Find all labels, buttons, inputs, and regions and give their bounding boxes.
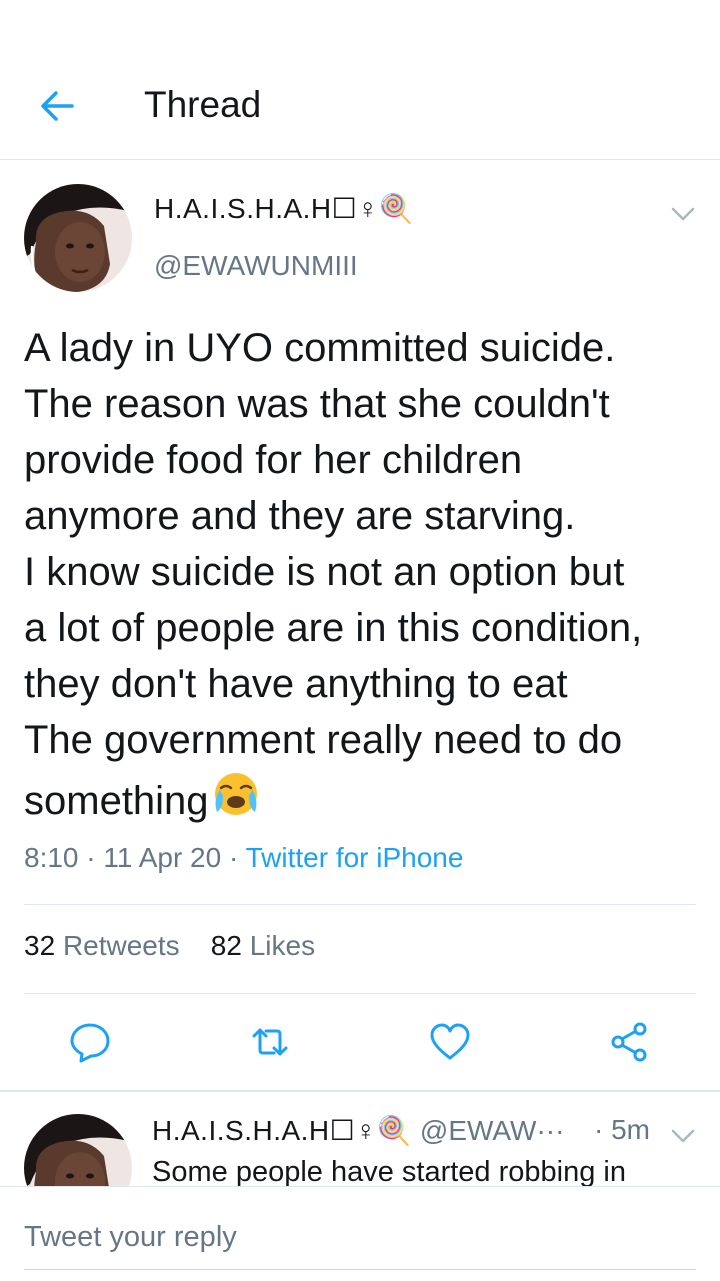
tweet-actions	[0, 1010, 720, 1074]
tweet-text-last-line: something	[24, 768, 704, 829]
tweet-text-line: The reason was that she couldn't	[24, 382, 610, 426]
section-divider	[0, 1090, 720, 1092]
tweet-source-link[interactable]: Twitter for iPhone	[246, 842, 464, 873]
tweet-text-line: A lady in UYO committed suicide.	[24, 326, 616, 370]
top-bar: Thread	[0, 0, 720, 160]
retweets-stat[interactable]: 32 Retweets	[24, 930, 180, 961]
reply-header: H.A.I.S.H.A.H☐♀🍭 @EWAW··· · 5m	[152, 1114, 692, 1154]
tweet-time: 8:10	[24, 842, 79, 873]
like-icon[interactable]	[428, 1020, 472, 1064]
tweet-text-line: The government really need to do	[24, 718, 623, 762]
tweet-text-line: something	[24, 779, 209, 823]
reply-text[interactable]: Some people have started robbing in	[152, 1156, 626, 1186]
avatar[interactable]	[24, 184, 132, 292]
reply-icon[interactable]	[68, 1020, 112, 1064]
tweet-text-line: anymore and they are starving.	[24, 494, 576, 538]
retweet-icon[interactable]	[248, 1020, 292, 1064]
reply-input[interactable]	[24, 1217, 696, 1257]
likes-stat[interactable]: 82 Likes	[211, 930, 315, 961]
chevron-down-icon[interactable]	[670, 204, 696, 224]
chevron-down-icon[interactable]	[670, 1126, 696, 1146]
author-display-name[interactable]: H.A.I.S.H.A.H☐♀🍭	[154, 192, 414, 225]
tweet-text-line: they don't have anything to eat	[24, 662, 568, 706]
reply-display-name[interactable]: H.A.I.S.H.A.H☐♀🍭	[152, 1115, 412, 1146]
tweet-text-line: a lot of people are in this condition,	[24, 606, 643, 650]
reply-timestamp: · 5m	[594, 1114, 651, 1145]
meta-separator: ·	[228, 842, 239, 873]
tweet-stats: 32 Retweets 82 Likes	[24, 930, 315, 962]
divider	[24, 993, 696, 994]
likes-count: 82	[210, 930, 242, 961]
crying-face-emoji	[214, 773, 257, 815]
divider	[24, 904, 696, 905]
tweet-text-line: I know suicide is not an option but	[24, 550, 625, 594]
tweet-text-line: provide food for her children	[24, 438, 523, 482]
likes-label: Likes	[249, 930, 316, 961]
tweet-date: 11 Apr 20	[103, 842, 222, 873]
reply-time-value: 5m	[611, 1114, 651, 1145]
compose-bar	[0, 1186, 720, 1281]
reply-handle[interactable]: @EWAW···	[420, 1115, 565, 1146]
share-icon[interactable]	[608, 1020, 652, 1064]
tweet-meta: 8:10 · 11 Apr 20 · Twitter for iPhone	[24, 842, 463, 874]
page-title: Thread	[144, 84, 262, 125]
retweets-count: 32	[24, 930, 56, 961]
back-arrow-icon[interactable]	[36, 84, 80, 128]
tweet-text: A lady in UYO committed suicide. The rea…	[24, 320, 704, 829]
meta-separator: ·	[86, 842, 96, 873]
retweets-label: Retweets	[62, 930, 180, 961]
input-underline	[24, 1269, 696, 1270]
author-handle[interactable]: @EWAWUNMIII	[154, 250, 358, 282]
